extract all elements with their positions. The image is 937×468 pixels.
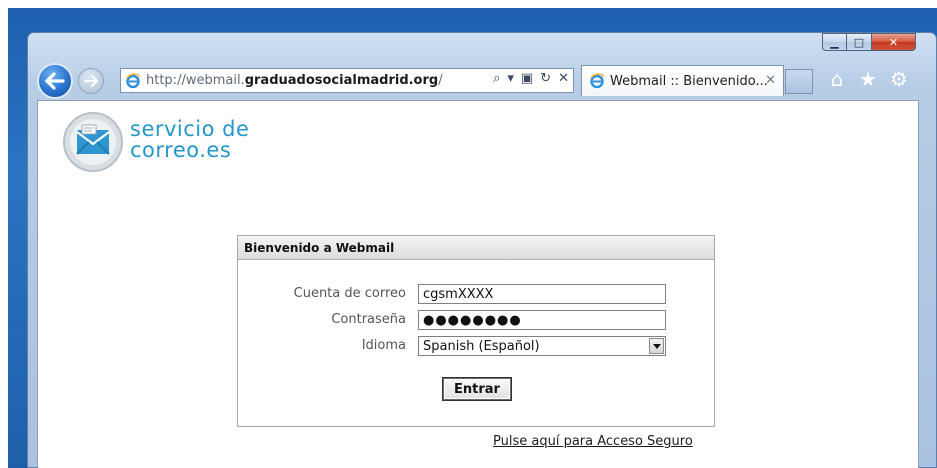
select-arrow[interactable]	[649, 338, 664, 354]
language-label: Idioma	[361, 338, 406, 353]
url-prefix: http://webmail.	[146, 73, 245, 88]
stop-icon[interactable]: ✕	[558, 71, 569, 86]
ie-icon	[124, 72, 142, 90]
forward-arrow-icon	[84, 75, 98, 87]
minimize-button[interactable]: ▁	[822, 33, 847, 51]
search-icon[interactable]: ⌕	[493, 71, 500, 86]
back-button[interactable]	[37, 63, 73, 99]
login-panel-header: Bienvenido a Webmail	[238, 236, 714, 260]
envelope-logo-icon	[63, 112, 123, 172]
language-row: Idioma Spanish (Español)	[238, 336, 716, 356]
tab-webmail[interactable]: Webmail :: Bienvenido... ✕	[581, 65, 784, 96]
page-content: servicio de correo.es Bienvenido a Webma…	[37, 100, 919, 468]
chevron-down-icon	[652, 343, 661, 349]
submit-button[interactable]: Entrar	[443, 378, 511, 400]
ie-icon	[588, 72, 606, 90]
settings-gear-icon[interactable]: ⚙	[889, 68, 909, 90]
url-text[interactable]: http://webmail.graduadosocialmadrid.org/	[146, 73, 443, 88]
browser-tools: ⌂ ★ ⚙	[827, 68, 909, 90]
account-label: Cuenta de correo	[293, 286, 406, 301]
logo-text: servicio de correo.es	[130, 119, 249, 161]
logo: servicio de correo.es	[62, 111, 262, 181]
url-suffix: /	[438, 73, 443, 88]
window-controls: ▁ □ ✕	[822, 33, 916, 51]
address-bar-actions: ⌕ ▾ ▣ ↻ ✕	[493, 71, 569, 86]
password-row: Contraseña ●●●●●●●●	[238, 310, 716, 330]
logo-line-1: servicio de	[130, 117, 250, 141]
login-panel: Bienvenido a Webmail Cuenta de correo cg…	[237, 235, 715, 427]
logo-line-2: correo.es	[130, 138, 232, 162]
language-select-value: Spanish (Español)	[423, 339, 540, 354]
favorites-icon[interactable]: ★	[858, 68, 878, 90]
password-input[interactable]: ●●●●●●●●	[418, 310, 666, 330]
close-button[interactable]: ✕	[872, 33, 916, 51]
forward-button[interactable]	[78, 68, 104, 94]
refresh-icon[interactable]: ↻	[540, 71, 551, 86]
address-bar[interactable]: http://webmail.graduadosocialmadrid.org/…	[120, 68, 574, 93]
new-tab-button[interactable]	[785, 69, 813, 94]
language-select[interactable]: Spanish (Español)	[418, 336, 666, 356]
url-domain: graduadosocialmadrid.org	[244, 73, 439, 88]
secure-access-link[interactable]: Pulse aquí para Acceso Seguro	[493, 434, 693, 449]
account-input[interactable]: cgsmXXXX	[418, 284, 666, 304]
home-icon[interactable]: ⌂	[827, 68, 847, 90]
tab-close-icon[interactable]: ✕	[765, 73, 776, 88]
tab-title: Webmail :: Bienvenido...	[610, 73, 768, 89]
back-arrow-icon	[45, 72, 65, 90]
account-row: Cuenta de correo cgsmXXXX	[238, 284, 716, 304]
dropdown-icon[interactable]: ▾	[507, 71, 514, 86]
compatibility-view-icon[interactable]: ▣	[521, 71, 533, 86]
password-label: Contraseña	[331, 312, 406, 327]
maximize-button[interactable]: □	[847, 33, 872, 51]
